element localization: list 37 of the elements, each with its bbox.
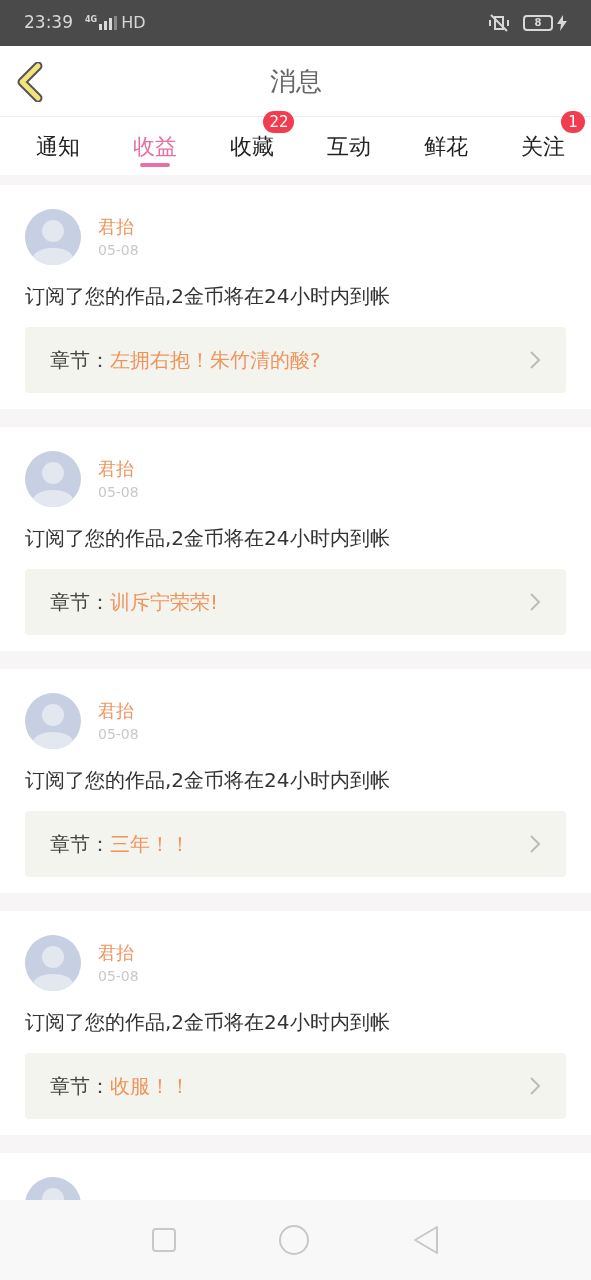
- back-nav-icon[interactable]: [413, 1225, 440, 1255]
- chapter-link[interactable]: 章节：训斥宁荣荣!: [25, 569, 566, 635]
- hd-label: HD: [121, 12, 146, 34]
- network-label: 4G: [85, 14, 98, 26]
- avatar-icon: [25, 209, 81, 265]
- signal-icon: [99, 16, 118, 30]
- chevron-right-icon: [529, 834, 541, 854]
- user-name: 君抬: [98, 457, 135, 481]
- tab[interactable]: 通知: [32, 129, 85, 163]
- tab[interactable]: 互动: [322, 129, 375, 163]
- count-badge: 22: [263, 111, 295, 133]
- chevron-right-icon: [529, 350, 541, 370]
- status-time: 23:39: [24, 11, 73, 35]
- tab[interactable]: 鲜花: [419, 129, 472, 163]
- vibrate-mute-icon: [487, 13, 511, 33]
- chapter-link[interactable]: 章节：收服！！: [25, 1053, 566, 1119]
- message-text: 订阅了您的作品,2金币将在24小时内到帐: [25, 283, 391, 310]
- count-badge: 1: [560, 111, 585, 133]
- tab-indicator: [140, 163, 171, 167]
- message-text: 订阅了您的作品,2金币将在24小时内到帐: [25, 767, 391, 794]
- chapter-link[interactable]: 章节：左拥右抱！朱竹清的酸?: [25, 327, 566, 393]
- home-button[interactable]: [279, 1225, 310, 1255]
- user-name: 君抬: [98, 941, 135, 965]
- avatar-icon: [25, 451, 81, 507]
- message-text: 订阅了您的作品,2金币将在24小时内到帐: [25, 525, 391, 552]
- page-title: 消息: [269, 64, 322, 98]
- avatar-icon: [25, 693, 81, 749]
- chevron-right-icon: [529, 592, 541, 612]
- recents-button[interactable]: [151, 1228, 176, 1252]
- user-name: 君抬: [98, 215, 135, 239]
- user-name: 君抬: [98, 699, 135, 723]
- charging-icon: [557, 15, 567, 31]
- chapter-link[interactable]: 章节：三年！！: [25, 811, 566, 877]
- chevron-right-icon: [529, 1076, 541, 1096]
- message-text: 订阅了您的作品,2金币将在24小时内到帐: [25, 1009, 391, 1036]
- battery-icon: 8: [523, 15, 553, 31]
- avatar-icon: [25, 935, 81, 991]
